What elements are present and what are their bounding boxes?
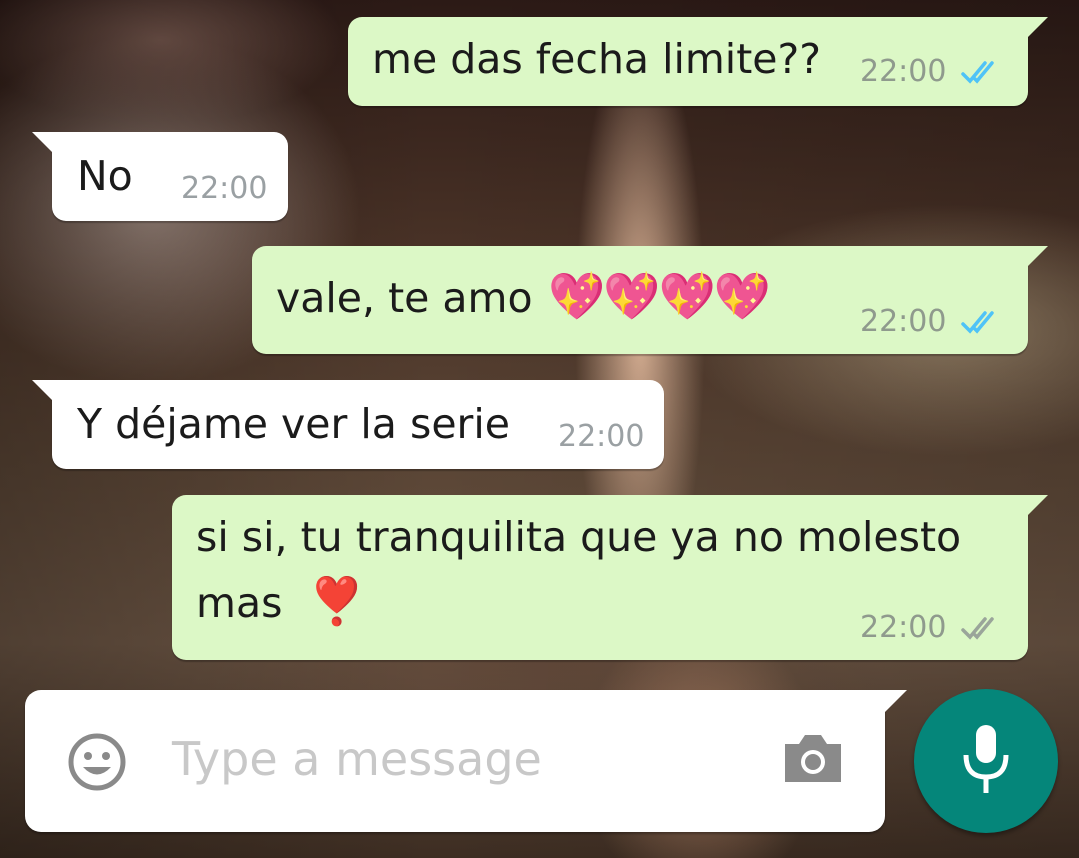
message-input[interactable]: Type a message — [172, 732, 542, 786]
heart-exclamation-emoji: ❣️ — [308, 574, 366, 628]
message-text: vale, te amo — [276, 274, 533, 322]
message-composer[interactable]: Type a message — [25, 690, 907, 832]
read-receipt-icon — [961, 61, 994, 84]
message-time: 22:00 — [181, 171, 268, 206]
message-text: No — [77, 152, 133, 200]
outgoing-message[interactable]: vale, te amo 💖💖💖💖 22:00 — [252, 246, 1048, 354]
message-time: 22:00 — [860, 610, 947, 645]
message-text: me das fecha limite?? — [372, 35, 822, 83]
sparkling-heart-emoji: 💖💖💖💖 — [548, 269, 771, 323]
message-text-line-1: si si, tu tranquilita que ya no molesto — [196, 513, 962, 561]
outgoing-message[interactable]: me das fecha limite?? 22:00 — [348, 17, 1048, 106]
voice-record-button[interactable] — [914, 689, 1058, 833]
smiley-face-icon[interactable] — [65, 730, 129, 794]
read-receipt-icon — [961, 311, 994, 334]
message-time: 22:00 — [860, 54, 947, 89]
message-time: 22:00 — [558, 419, 645, 454]
message-time: 22:00 — [860, 304, 947, 339]
message-text-line-2: mas — [196, 579, 283, 627]
incoming-message[interactable]: Y déjame ver la serie 22:00 — [32, 380, 664, 469]
message-text: Y déjame ver la serie — [77, 400, 511, 448]
delivered-receipt-icon — [961, 617, 994, 640]
outgoing-message[interactable]: si si, tu tranquilita que ya no molesto … — [172, 495, 1048, 660]
incoming-message[interactable]: No 22:00 — [32, 132, 288, 221]
camera-icon[interactable] — [781, 730, 845, 786]
microphone-icon — [963, 725, 1009, 793]
